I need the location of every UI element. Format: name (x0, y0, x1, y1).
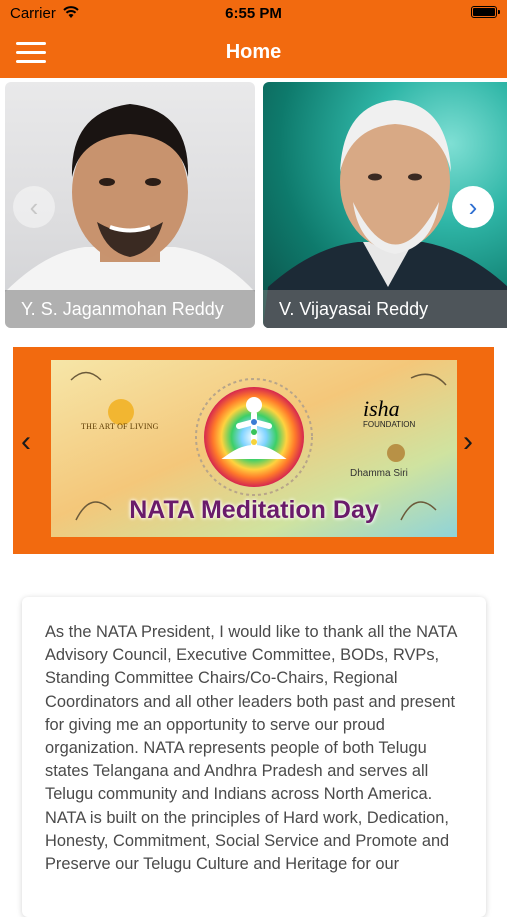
banner-image[interactable]: THE ART OF LIVING isha FOUNDATION Dhamma… (51, 360, 457, 537)
banner-title: NATA Meditation Day (129, 496, 379, 524)
president-message-card: As the NATA President, I would like to t… (22, 597, 486, 917)
leader-name: V. Vijayasai Reddy (263, 290, 507, 328)
status-bar: Carrier 6:55 PM (0, 0, 507, 28)
event-banner[interactable]: ‹ THE ART OF LIVING isha FOUNDATION Dham… (13, 347, 494, 554)
art-of-living-logo-text: THE ART OF LIVING (81, 422, 159, 431)
top-navigation-bar: Home (0, 28, 507, 78)
page-title: Home (225, 41, 282, 63)
chevron-right-icon: › (468, 191, 478, 222)
banner-next-icon[interactable]: › (463, 427, 473, 457)
president-message-text: As the NATA President, I would like to t… (45, 623, 457, 874)
leaders-carousel[interactable]: Y. S. Jaganmohan Reddy V. Vijayasai Redd… (0, 80, 507, 330)
clock: 6:55 PM (225, 5, 282, 22)
dhamma-siri-logo-text: Dhamma Siri (350, 468, 408, 479)
chevron-left-icon: ‹ (29, 191, 39, 222)
isha-foundation-text: FOUNDATION (363, 420, 416, 429)
banner-prev-icon[interactable]: ‹ (21, 427, 31, 457)
carousel-next-button[interactable]: › (452, 186, 494, 228)
carousel-prev-button[interactable]: ‹ (13, 186, 55, 228)
battery-icon (471, 6, 500, 18)
leader-name: Y. S. Jaganmohan Reddy (5, 290, 255, 328)
isha-logo-text: isha (363, 396, 400, 421)
